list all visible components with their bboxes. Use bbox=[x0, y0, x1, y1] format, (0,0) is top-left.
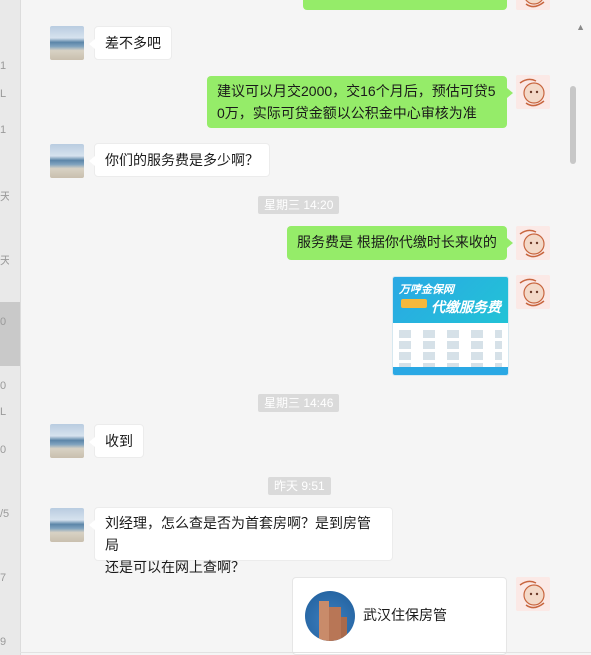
timestamp-badge: 昨天 9:51 bbox=[268, 477, 331, 495]
strip-glyph: 0 bbox=[0, 444, 7, 456]
message-bubble-out[interactable]: 服务费是 根据你代缴时长来收的 bbox=[287, 226, 513, 260]
contact-avatar[interactable] bbox=[50, 424, 84, 458]
message-text: 服务费是 根据你代缴时长来收的 bbox=[297, 234, 497, 250]
message-text: 收到 bbox=[105, 433, 133, 449]
fee-table-image[interactable]: 万哼金保网 代缴服务费 bbox=[392, 276, 509, 376]
image-table bbox=[393, 323, 508, 371]
my-avatar[interactable] bbox=[516, 75, 550, 109]
strip-glyph: /5 bbox=[0, 508, 9, 520]
message-bubble-out[interactable]: 建议可以月交2000，交16个月后，预估可贷5 0万，实际可贷金额以公积金中心审… bbox=[207, 76, 513, 128]
strip-glyph: 0 bbox=[0, 380, 7, 392]
image-title-top: 万哼金保网 bbox=[399, 284, 454, 296]
my-avatar[interactable] bbox=[516, 275, 550, 309]
cartoon-avatar-icon bbox=[516, 75, 550, 109]
strip-glyph: 天 bbox=[0, 191, 9, 203]
cartoon-avatar-icon bbox=[516, 577, 550, 611]
message-text: 差不多吧 bbox=[105, 35, 161, 51]
conversation-list-edge: 1 L 1 天 天 0 0 L 0 /5 7 9 bbox=[0, 0, 21, 655]
message-text: 你们的服务费是多少啊？ bbox=[105, 152, 259, 168]
image-title-main: 代缴服务费 bbox=[431, 299, 501, 315]
message-text-line: 还是可以在网上查啊？ bbox=[105, 559, 245, 575]
message-bubble-in[interactable]: 刘经理，怎么查是否为首套房啊？是到房管局 还是可以在网上查啊？ bbox=[89, 507, 393, 575]
cartoon-avatar-icon bbox=[516, 0, 550, 10]
message-text-line: 0万，实际可贷金额以公积金中心审核为准 bbox=[217, 105, 477, 121]
contact-avatar[interactable] bbox=[50, 144, 84, 178]
message-bubble-in[interactable]: 你们的服务费是多少啊？ bbox=[89, 143, 270, 177]
message-text-line: 建议可以月交2000，交16个月后，预估可贷5 bbox=[217, 83, 496, 99]
selected-conversation-highlight bbox=[0, 302, 20, 366]
image-footer bbox=[393, 367, 508, 375]
strip-glyph: 1 bbox=[0, 60, 7, 72]
strip-glyph: L bbox=[0, 406, 7, 418]
timestamp-badge: 星期三 14:20 bbox=[258, 196, 340, 214]
strip-glyph: 0 bbox=[0, 316, 7, 328]
cartoon-avatar-icon bbox=[516, 226, 550, 260]
building-logo-icon bbox=[305, 591, 355, 641]
image-tag bbox=[401, 299, 427, 308]
my-avatar[interactable] bbox=[516, 0, 550, 10]
scroll-up-arrow-icon[interactable]: ▲ bbox=[576, 22, 585, 32]
message-bubble-out-partial[interactable] bbox=[303, 0, 507, 10]
strip-glyph: 天 bbox=[0, 255, 9, 267]
my-avatar[interactable] bbox=[516, 577, 550, 611]
mini-program-card[interactable]: 武汉住保房管 bbox=[292, 577, 507, 655]
mini-program-name: 武汉住保房管 bbox=[363, 607, 447, 623]
message-bubble-in[interactable]: 差不多吧 bbox=[89, 26, 172, 60]
message-text-line: 刘经理，怎么查是否为首套房啊？是到房管局 bbox=[105, 515, 371, 553]
contact-avatar[interactable] bbox=[50, 26, 84, 60]
my-avatar[interactable] bbox=[516, 226, 550, 260]
strip-glyph: 7 bbox=[0, 572, 7, 584]
strip-glyph: 1 bbox=[0, 124, 7, 136]
contact-avatar[interactable] bbox=[50, 508, 84, 542]
input-area-divider bbox=[20, 652, 591, 653]
message-bubble-in[interactable]: 收到 bbox=[89, 424, 144, 458]
timestamp-badge: 星期三 14:46 bbox=[258, 394, 340, 412]
cartoon-avatar-icon bbox=[516, 275, 550, 309]
strip-glyph: 9 bbox=[0, 636, 7, 648]
chat-scrollbar-thumb[interactable] bbox=[570, 86, 576, 164]
fee-table-image-icon: 万哼金保网 代缴服务费 bbox=[393, 277, 508, 323]
strip-glyph: L bbox=[0, 88, 7, 100]
